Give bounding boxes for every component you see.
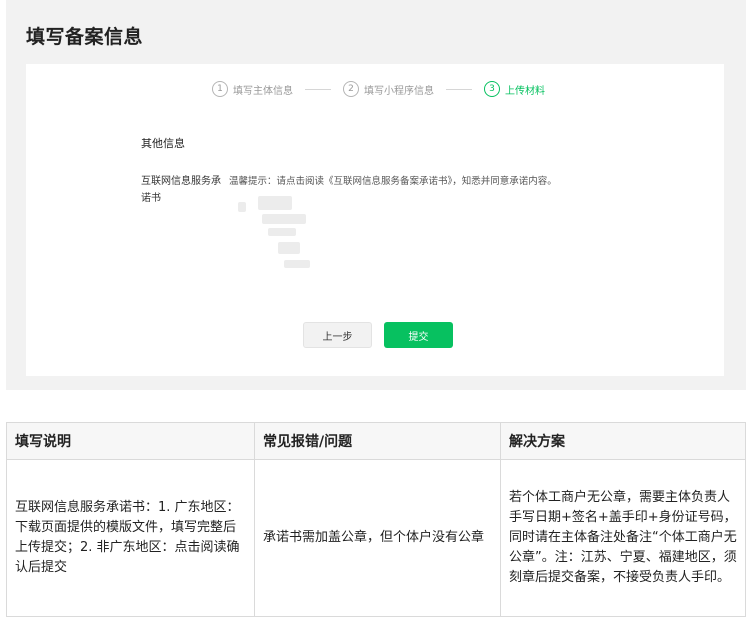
header-instruction: 填写说明 <box>6 422 255 460</box>
prev-step-button[interactable]: 上一步 <box>303 322 372 348</box>
commitment-hint[interactable]: 温馨提示：请点击阅读《互联网信息服务备案承诺书》，知悉并同意承诺内容。 <box>229 173 557 190</box>
step-2-label: 填写小程序信息 <box>364 85 434 97</box>
step-divider <box>446 88 472 90</box>
form-card: 1 填写主体信息 2 填写小程序信息 3 上传材料 其他信息 互联网信息服务承诺… <box>26 64 724 376</box>
step-3: 3 上传材料 <box>484 81 545 97</box>
table-row: 互联网信息服务承诺书：1. 广东地区：下载页面提供的模版文件，填写完整后上传提交… <box>6 459 746 617</box>
step-indicator: 1 填写主体信息 2 填写小程序信息 3 上传材料 <box>212 81 545 97</box>
step-1-number: 1 <box>212 81 228 97</box>
step-3-label: 上传材料 <box>505 85 545 97</box>
step-1: 1 填写主体信息 <box>212 81 293 97</box>
help-table-header: 填写说明 常见报错/问题 解决方案 <box>6 422 746 460</box>
header-solution: 解决方案 <box>500 422 746 460</box>
filing-panel: 填写备案信息 1 填写主体信息 2 填写小程序信息 3 上传材料 其他信息 互联… <box>6 0 746 390</box>
step-2: 2 填写小程序信息 <box>343 81 434 97</box>
help-table: 填写说明 常见报错/问题 解决方案 互联网信息服务承诺书：1. 广东地区：下载页… <box>6 422 746 617</box>
submit-button[interactable]: 提交 <box>384 322 453 348</box>
blurred-commitment-preview <box>238 196 310 276</box>
commitment-label: 互联网信息服务承诺书 <box>141 176 221 204</box>
cell-instruction: 互联网信息服务承诺书：1. 广东地区：下载页面提供的模版文件，填写完整后上传提交… <box>6 459 255 617</box>
step-3-number: 3 <box>484 81 500 97</box>
cell-issue: 承诺书需加盖公章，但个体户没有公章 <box>254 459 501 617</box>
step-1-label: 填写主体信息 <box>233 85 293 97</box>
page-title: 填写备案信息 <box>26 26 144 48</box>
step-2-number: 2 <box>343 81 359 97</box>
header-issue: 常见报错/问题 <box>254 422 501 460</box>
step-divider <box>305 88 331 90</box>
cell-solution: 若个体工商户无公章，需要主体负责人手写日期+签名+盖手印+身份证号码，同时请在主… <box>500 459 746 617</box>
section-title: 其他信息 <box>141 137 185 150</box>
